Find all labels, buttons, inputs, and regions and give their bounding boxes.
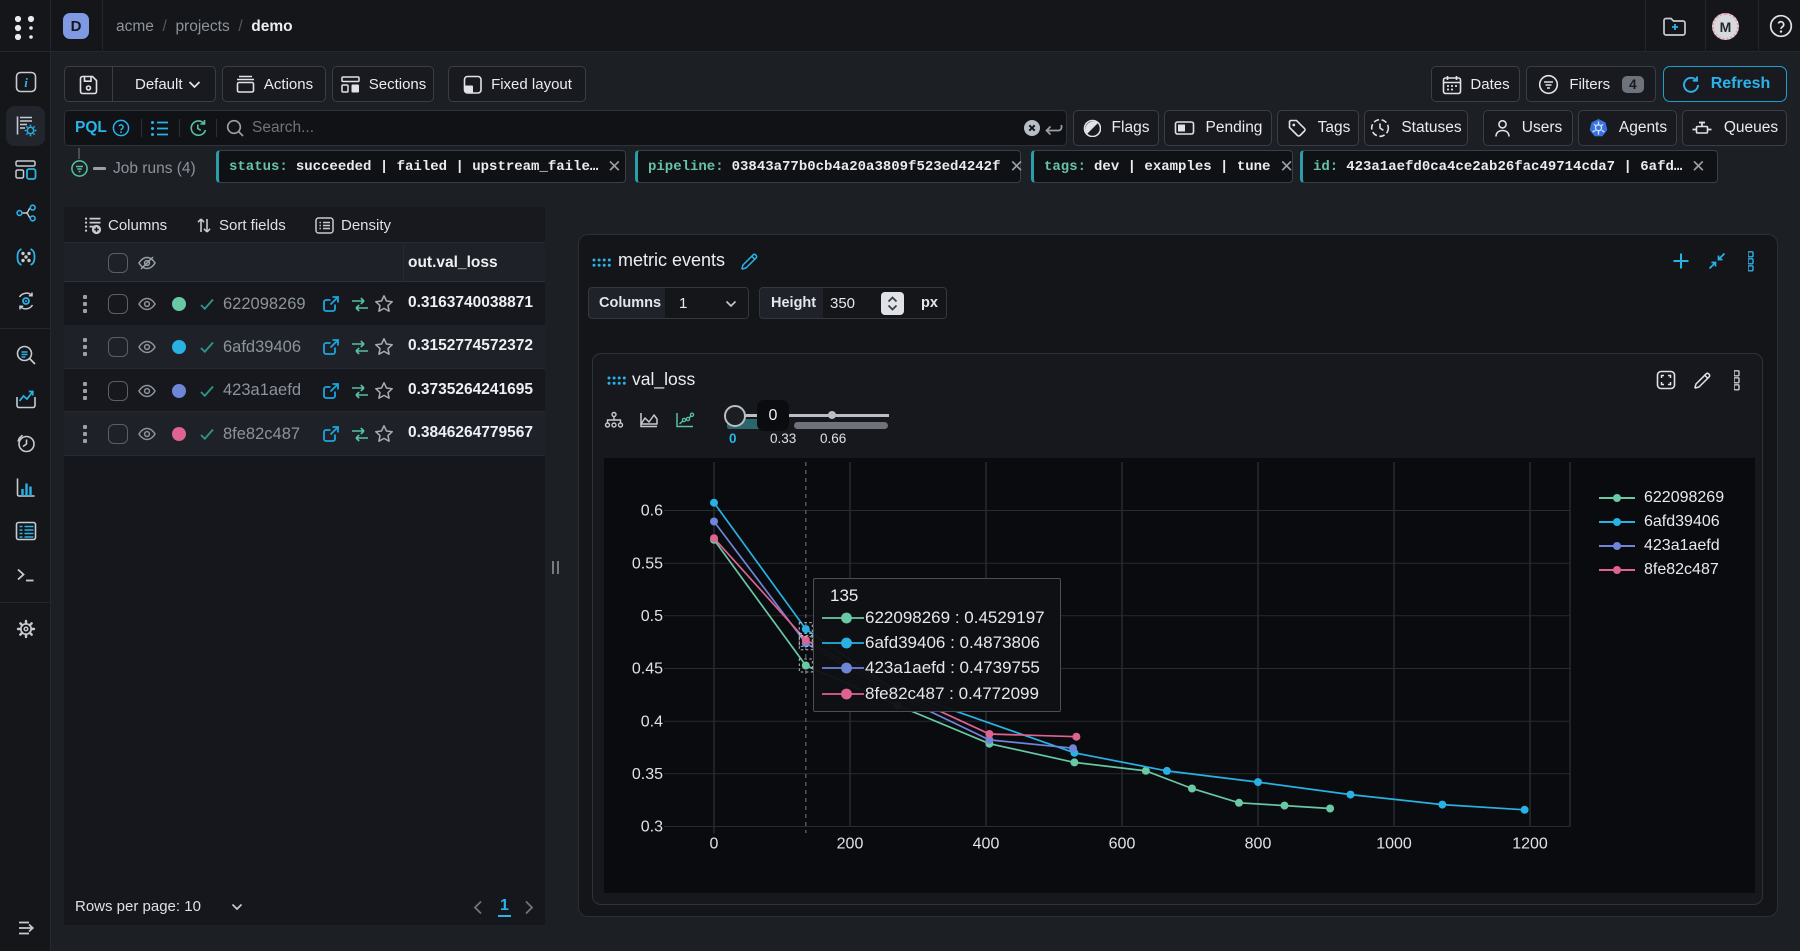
svg-text:1000: 1000 — [1376, 836, 1412, 853]
svg-text:0.4: 0.4 — [641, 713, 663, 730]
svg-text:0.3: 0.3 — [641, 819, 663, 836]
svg-text:200: 200 — [837, 836, 864, 853]
svg-text:1200: 1200 — [1512, 836, 1548, 853]
svg-text:0.45: 0.45 — [632, 661, 663, 678]
svg-text:i: i — [24, 75, 28, 90]
svg-text:0.5: 0.5 — [641, 608, 663, 625]
svg-text:0.35: 0.35 — [632, 766, 663, 783]
svg-text:0: 0 — [710, 836, 719, 853]
svg-text:0.6: 0.6 — [641, 503, 663, 520]
svg-text:400: 400 — [973, 836, 1000, 853]
svg-text:0.55: 0.55 — [632, 555, 663, 572]
svg-text:600: 600 — [1109, 836, 1136, 853]
svg-text:800: 800 — [1245, 836, 1272, 853]
